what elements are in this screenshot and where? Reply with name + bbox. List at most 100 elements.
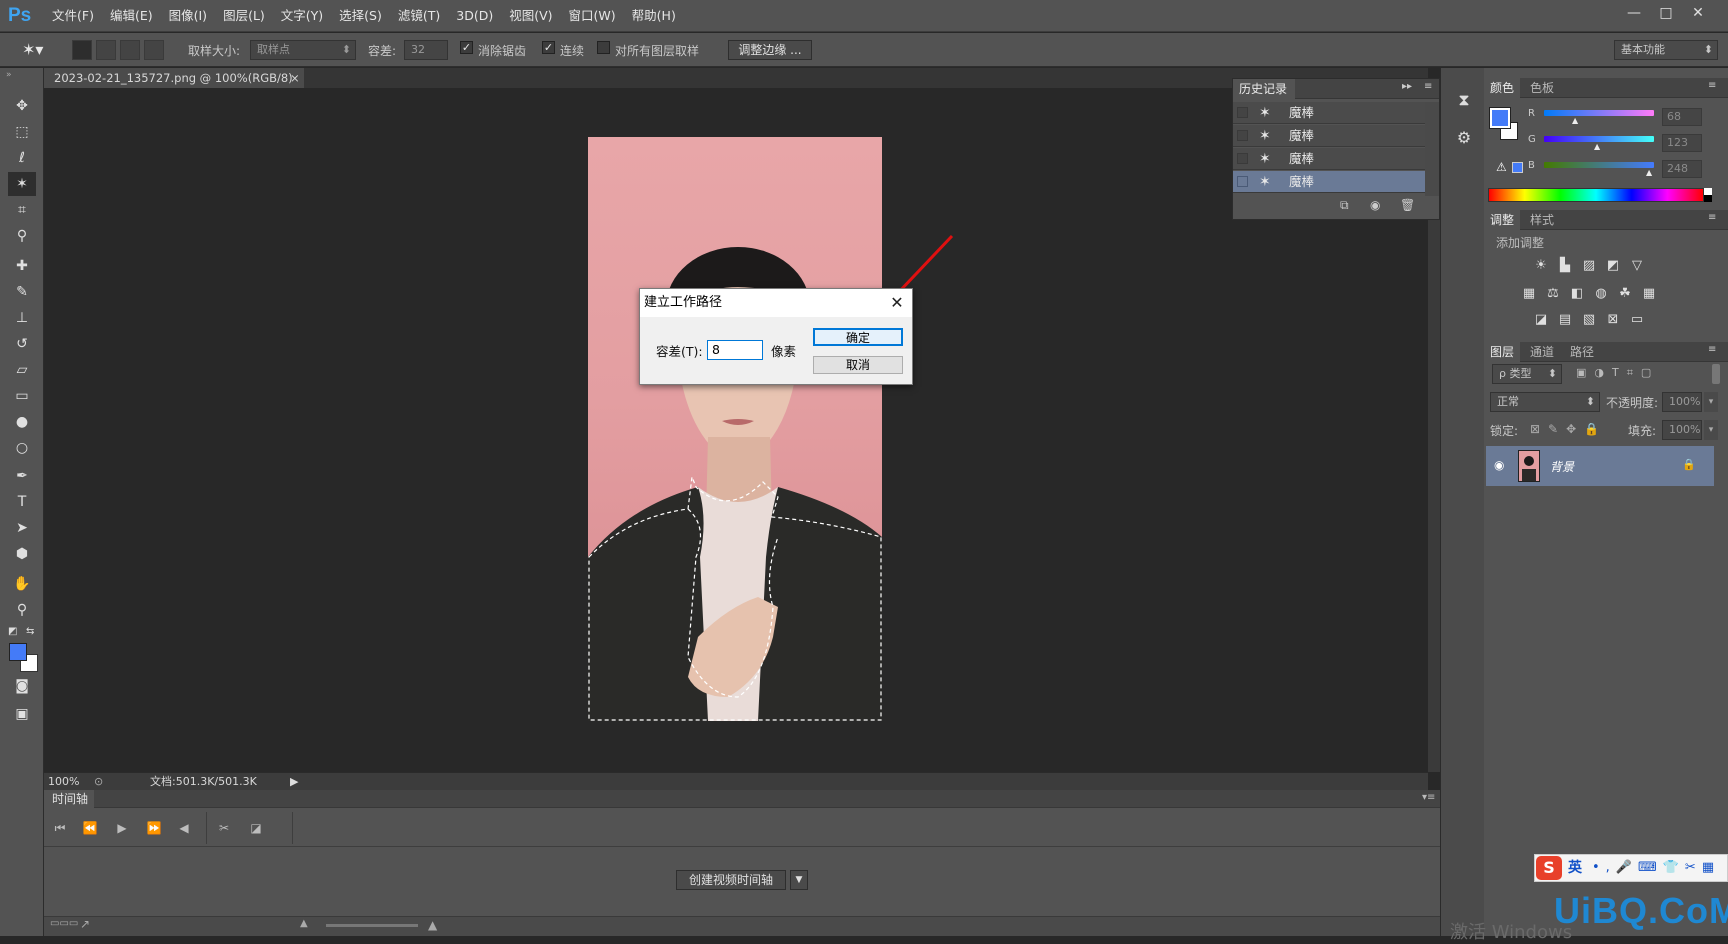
- camera-snapshot-icon[interactable]: ◉: [1370, 198, 1380, 212]
- scissors-icon[interactable]: ✂: [214, 818, 234, 838]
- eyedropper-tool-icon[interactable]: ⚲: [8, 224, 36, 248]
- channel-mixer-icon[interactable]: ☘: [1616, 286, 1634, 302]
- close-icon[interactable]: ✕: [886, 292, 908, 314]
- tab-layers[interactable]: 图层: [1484, 342, 1521, 362]
- document-tab[interactable]: 2023-02-21_135727.png @ 100%(RGB/8) ×: [44, 68, 304, 88]
- eraser-tool-icon[interactable]: ▱: [8, 358, 36, 382]
- workspace-select[interactable]: 基本功能 ⬍: [1614, 40, 1718, 60]
- history-checkbox[interactable]: [1237, 130, 1248, 141]
- posterize-icon[interactable]: ▤: [1556, 312, 1574, 328]
- next-frame-icon[interactable]: ⏩: [144, 818, 164, 838]
- threshold-icon[interactable]: ▧: [1580, 312, 1598, 328]
- zoom-tool-icon[interactable]: ⚲: [8, 598, 36, 622]
- contiguous-checkbox[interactable]: ✓: [542, 41, 555, 54]
- opacity-input[interactable]: 100%: [1662, 392, 1702, 412]
- slider-thumb-icon[interactable]: ▲: [1646, 168, 1652, 177]
- foreground-color-swatch[interactable]: [9, 643, 27, 661]
- history-brush-tool-icon[interactable]: ↺: [8, 332, 36, 356]
- path-selection-tool-icon[interactable]: ➤: [8, 516, 36, 540]
- magic-wand-preset-icon[interactable]: ✶▾: [22, 38, 56, 62]
- menu-3d[interactable]: 3D(D): [448, 0, 501, 32]
- first-frame-icon[interactable]: ⏮: [50, 818, 70, 838]
- subtract-selection-icon[interactable]: [120, 40, 140, 60]
- menu-select[interactable]: 选择(S): [331, 0, 390, 32]
- menu-window[interactable]: 窗口(W): [561, 0, 624, 32]
- history-checkbox[interactable]: [1237, 153, 1248, 164]
- shape-tool-icon[interactable]: ⬢: [8, 542, 36, 566]
- trash-icon[interactable]: 🗑: [1400, 198, 1415, 212]
- tolerance-input[interactable]: 32: [404, 40, 448, 60]
- ime-tool-icons[interactable]: •,🎤⌨👕✂▦: [1592, 856, 1720, 880]
- tab-paths[interactable]: 路径: [1564, 342, 1600, 362]
- gamut-warning-icon[interactable]: ⚠: [1496, 160, 1507, 174]
- color-fg-swatch[interactable]: [1489, 107, 1511, 129]
- prev-frame-icon[interactable]: ⏪: [80, 818, 100, 838]
- history-item-active[interactable]: ✶ 魔棒: [1233, 171, 1425, 193]
- channel-r-input[interactable]: 68: [1662, 108, 1702, 126]
- tab-channels[interactable]: 通道: [1524, 342, 1560, 362]
- gradient-tool-icon[interactable]: ▭: [8, 384, 36, 408]
- new-selection-icon[interactable]: [72, 40, 92, 60]
- screen-mode-icon[interactable]: ▣: [8, 702, 36, 726]
- channel-b-input[interactable]: 248: [1662, 160, 1702, 178]
- history-item[interactable]: ✶ 魔棒: [1233, 102, 1425, 124]
- spectrum-white[interactable]: [1704, 188, 1712, 195]
- blend-mode-select[interactable]: 正常 ⬍: [1490, 392, 1600, 412]
- menu-image[interactable]: 图像(I): [161, 0, 215, 32]
- dodge-tool-icon[interactable]: ○: [8, 436, 36, 460]
- antialias-checkbox[interactable]: ✓: [460, 41, 473, 54]
- layer-filter-icons[interactable]: ▣◑T⌗▢: [1576, 366, 1659, 380]
- curves-icon[interactable]: ▨: [1580, 258, 1598, 274]
- color-balance-icon[interactable]: ⚖: [1544, 286, 1562, 302]
- channel-g-input[interactable]: 123: [1662, 134, 1702, 152]
- dialog-tolerance-input[interactable]: 8: [707, 340, 763, 360]
- sogou-logo-icon[interactable]: S: [1536, 856, 1562, 880]
- create-video-timeline-button[interactable]: 创建视频时间轴: [676, 870, 786, 890]
- channel-r-slider[interactable]: [1544, 110, 1654, 116]
- crop-tool-icon[interactable]: ⌗: [8, 198, 36, 222]
- ok-button[interactable]: 确定: [813, 328, 903, 346]
- timeline-tab[interactable]: 时间轴: [44, 790, 94, 808]
- levels-icon[interactable]: ▙: [1556, 258, 1574, 274]
- intersect-selection-icon[interactable]: [144, 40, 164, 60]
- panel-menu-icon[interactable]: ≡: [1708, 344, 1716, 355]
- status-icon[interactable]: ⊙: [94, 773, 103, 791]
- healing-brush-tool-icon[interactable]: ✚: [8, 254, 36, 278]
- fill-input[interactable]: 100%: [1662, 420, 1702, 440]
- history-checkbox[interactable]: [1237, 107, 1248, 118]
- panel-menu-icon[interactable]: ≡: [1424, 81, 1432, 92]
- websafe-swatch[interactable]: [1512, 162, 1523, 173]
- refine-edge-button[interactable]: 调整边缘 ...: [728, 40, 812, 60]
- slider-thumb-icon[interactable]: ▲: [1572, 116, 1578, 125]
- frame-animation-icon[interactable]: ▭▭▭: [50, 918, 78, 929]
- play-icon[interactable]: ▶: [112, 818, 132, 838]
- chevron-down-icon[interactable]: ▼: [790, 870, 808, 890]
- panel-menu-icon[interactable]: ≡: [1708, 212, 1716, 223]
- photo-filter-icon[interactable]: ◍: [1592, 286, 1610, 302]
- tab-swatches[interactable]: 色板: [1524, 78, 1560, 98]
- history-item[interactable]: ✶ 魔棒: [1233, 148, 1425, 170]
- marquee-tool-icon[interactable]: ⬚: [8, 120, 36, 144]
- status-menu-arrow-icon[interactable]: ▶: [290, 773, 298, 791]
- quick-mask-icon[interactable]: ◙: [8, 674, 36, 698]
- expand-arrows-icon[interactable]: ▸▸: [1402, 81, 1412, 92]
- move-tool-icon[interactable]: ✥: [8, 94, 36, 118]
- lock-icons[interactable]: ⊠✎✥🔒: [1530, 422, 1607, 436]
- chevron-down-icon[interactable]: ▾: [1704, 420, 1718, 440]
- magic-wand-tool-icon[interactable]: ✶: [8, 172, 36, 196]
- color-lookup-icon[interactable]: ▦: [1640, 286, 1658, 302]
- add-selection-icon[interactable]: [96, 40, 116, 60]
- history-tab[interactable]: 历史记录: [1233, 79, 1295, 99]
- selective-color-icon[interactable]: ⊠: [1604, 312, 1622, 328]
- history-item[interactable]: ✶ 魔棒: [1233, 125, 1425, 147]
- vibrance-icon[interactable]: ▽: [1628, 258, 1646, 274]
- history-scrollbar[interactable]: [1425, 102, 1439, 196]
- close-tab-icon[interactable]: ×: [290, 68, 300, 88]
- minimize-button[interactable]: —: [1620, 2, 1648, 24]
- swap-colors-icon[interactable]: ⇆: [26, 626, 34, 637]
- document-image[interactable]: [588, 137, 882, 721]
- restore-button[interactable]: □: [1652, 2, 1680, 24]
- menu-edit[interactable]: 编辑(E): [102, 0, 161, 32]
- brightness-icon[interactable]: ☀: [1532, 258, 1550, 274]
- eye-icon[interactable]: ◉: [1494, 458, 1504, 472]
